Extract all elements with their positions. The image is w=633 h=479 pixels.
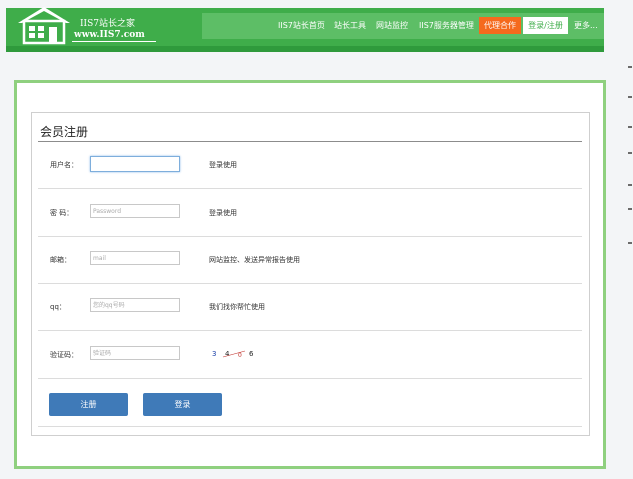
edge-mark xyxy=(628,208,632,210)
nav-item-more[interactable]: 更多... xyxy=(574,20,598,31)
row-divider xyxy=(38,330,582,331)
row-divider xyxy=(38,188,582,189)
agent-button[interactable]: 代理合作 xyxy=(479,17,521,34)
password-hint: 登录使用 xyxy=(209,209,237,217)
edge-mark xyxy=(628,152,632,154)
edge-mark xyxy=(628,96,632,98)
captcha-input[interactable] xyxy=(90,346,180,360)
qq-hint: 我们找你帮忙使用 xyxy=(209,303,265,311)
qq-input[interactable] xyxy=(90,298,180,312)
row-divider xyxy=(38,378,582,379)
edge-mark xyxy=(628,184,632,186)
captcha-char: 6 xyxy=(249,350,254,358)
qq-label: qq： xyxy=(50,303,66,311)
login-register-button[interactable]: 登录/注册 xyxy=(523,17,568,34)
row-divider xyxy=(38,236,582,237)
logo-url: www.IIS7.com xyxy=(74,30,145,40)
title-divider xyxy=(38,141,582,142)
email-hint: 网站监控、发送异常报告使用 xyxy=(209,256,300,264)
password-label: 密 码： xyxy=(50,209,74,217)
site-logo[interactable]: IIS7站长之家 www.IIS7.com xyxy=(14,5,156,45)
username-hint: 登录使用 xyxy=(209,161,237,169)
captcha-image[interactable]: 3 4 0 6 xyxy=(209,346,257,360)
logo-underline xyxy=(72,41,156,42)
captcha-label: 验证码： xyxy=(50,351,78,359)
nav-item-monitor[interactable]: 网站监控 xyxy=(376,20,408,31)
email-input[interactable] xyxy=(90,251,180,265)
logo-title: IIS7站长之家 xyxy=(80,19,136,29)
edge-mark xyxy=(628,126,632,128)
login-button[interactable]: 登录 xyxy=(143,393,222,416)
edge-mark xyxy=(628,242,632,244)
bottom-divider xyxy=(38,426,582,427)
edge-mark xyxy=(628,66,632,68)
site-header: IIS7站长之家 www.IIS7.com IIS7站长首页 站长工具 网站监控… xyxy=(0,0,633,52)
captcha-char: 4 xyxy=(225,350,230,358)
panel-title: 会员注册 xyxy=(40,125,89,139)
nav-item-tools[interactable]: 站长工具 xyxy=(334,20,366,31)
row-divider xyxy=(38,283,582,284)
password-input[interactable] xyxy=(90,204,180,218)
nav-item-home[interactable]: IIS7站长首页 xyxy=(278,20,325,31)
house-logo-icon xyxy=(18,7,70,45)
nav-item-server[interactable]: IIS7服务器管理 xyxy=(419,20,474,31)
username-input[interactable] xyxy=(90,156,180,172)
email-label: 邮箱： xyxy=(50,256,71,264)
register-button[interactable]: 注册 xyxy=(49,393,128,416)
captcha-char: 3 xyxy=(212,350,216,358)
username-label: 用户名： xyxy=(50,161,78,169)
header-shade xyxy=(6,46,604,52)
